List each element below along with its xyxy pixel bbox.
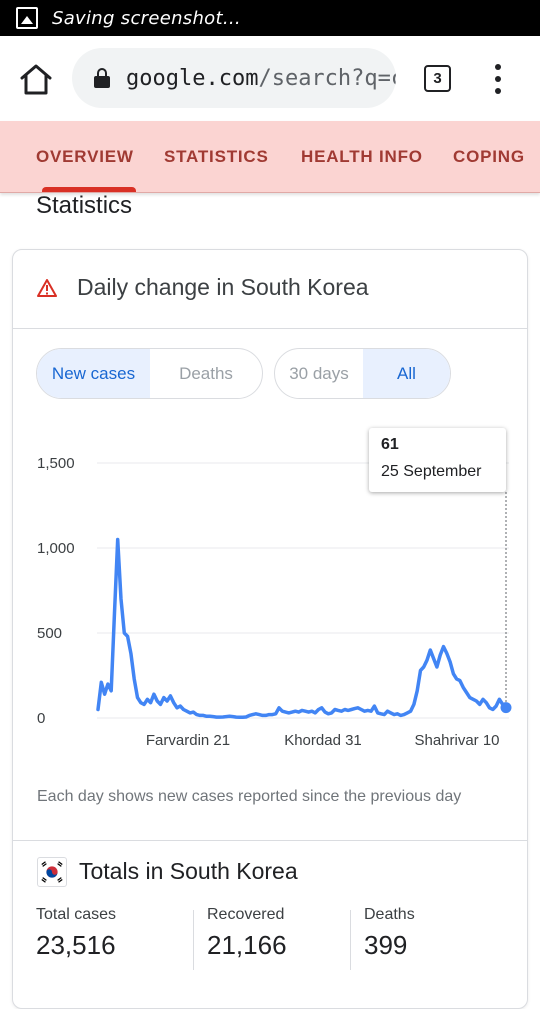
metric-toggle: New cases Deaths	[36, 348, 263, 399]
url-text: google.com/search?q=c	[126, 66, 396, 91]
section-title: Statistics	[36, 192, 133, 219]
tab-statistics[interactable]: STATISTICS	[164, 121, 269, 192]
tab-switcher-button[interactable]: 3	[424, 65, 451, 92]
topic-tabs: OVERVIEW STATISTICS HEALTH INFO COPING	[0, 121, 540, 193]
tooltip-date: 25 September	[381, 463, 482, 480]
stat-value: 399	[364, 930, 408, 960]
y-tick-label: 0	[37, 710, 45, 727]
more-menu-icon[interactable]	[492, 64, 504, 94]
stat-total-cases: Total cases 23,516	[36, 906, 116, 966]
x-tick-label: Farvardin 21	[146, 732, 230, 749]
status-text: Saving screenshot...	[52, 7, 241, 29]
warning-icon	[37, 279, 57, 297]
url-domain: google.com	[126, 65, 259, 91]
divider	[350, 910, 351, 970]
chart-note: Each day shows new cases reported since …	[37, 788, 462, 805]
card-header: Daily change in South Korea	[13, 250, 527, 329]
stat-deaths: Deaths 399	[364, 906, 415, 966]
tab-coping[interactable]: COPING	[453, 121, 525, 192]
series-line	[96, 537, 508, 720]
range-toggle: 30 days All	[274, 348, 451, 399]
address-bar[interactable]: google.com/search?q=c	[72, 48, 396, 108]
browser-toolbar: google.com/search?q=c 3	[0, 36, 540, 120]
stat-value: 21,166	[207, 930, 287, 960]
highlight-point	[500, 702, 512, 714]
status-bar: Saving screenshot...	[0, 0, 540, 36]
stat-recovered: Recovered 21,166	[207, 906, 287, 966]
stat-label: Recovered	[207, 906, 285, 923]
deaths-option[interactable]: Deaths	[150, 349, 262, 398]
x-tick-label: Shahrivar 10	[414, 732, 499, 749]
totals-title: Totals in South Korea	[79, 858, 298, 884]
y-tick-label: 1,000	[37, 540, 75, 557]
y-tick-label: 1,500	[37, 455, 75, 472]
daily-change-card: Daily change in South Korea New cases De…	[12, 249, 528, 1009]
stat-label: Deaths	[364, 906, 415, 923]
stat-value: 23,516	[36, 930, 116, 960]
divider	[193, 910, 194, 970]
divider	[13, 840, 527, 841]
url-path: /search?q=c	[258, 65, 396, 91]
image-icon	[16, 7, 38, 29]
home-icon[interactable]	[18, 62, 54, 96]
chart-tooltip: 61 25 September	[369, 428, 506, 492]
y-tick-label: 500	[37, 625, 62, 642]
30-days-option[interactable]: 30 days	[275, 349, 363, 398]
stat-label: Total cases	[36, 906, 117, 923]
south-korea-flag-icon	[37, 857, 67, 887]
tooltip-value: 61	[381, 436, 399, 453]
lock-icon	[94, 68, 110, 88]
new-cases-option[interactable]: New cases	[37, 349, 150, 398]
card-title: Daily change in South Korea	[77, 274, 369, 300]
tab-health-info[interactable]: HEALTH INFO	[301, 121, 423, 192]
x-tick-label: Khordad 31	[284, 732, 362, 749]
all-option[interactable]: All	[363, 349, 450, 398]
tab-overview[interactable]: OVERVIEW	[36, 121, 136, 192]
